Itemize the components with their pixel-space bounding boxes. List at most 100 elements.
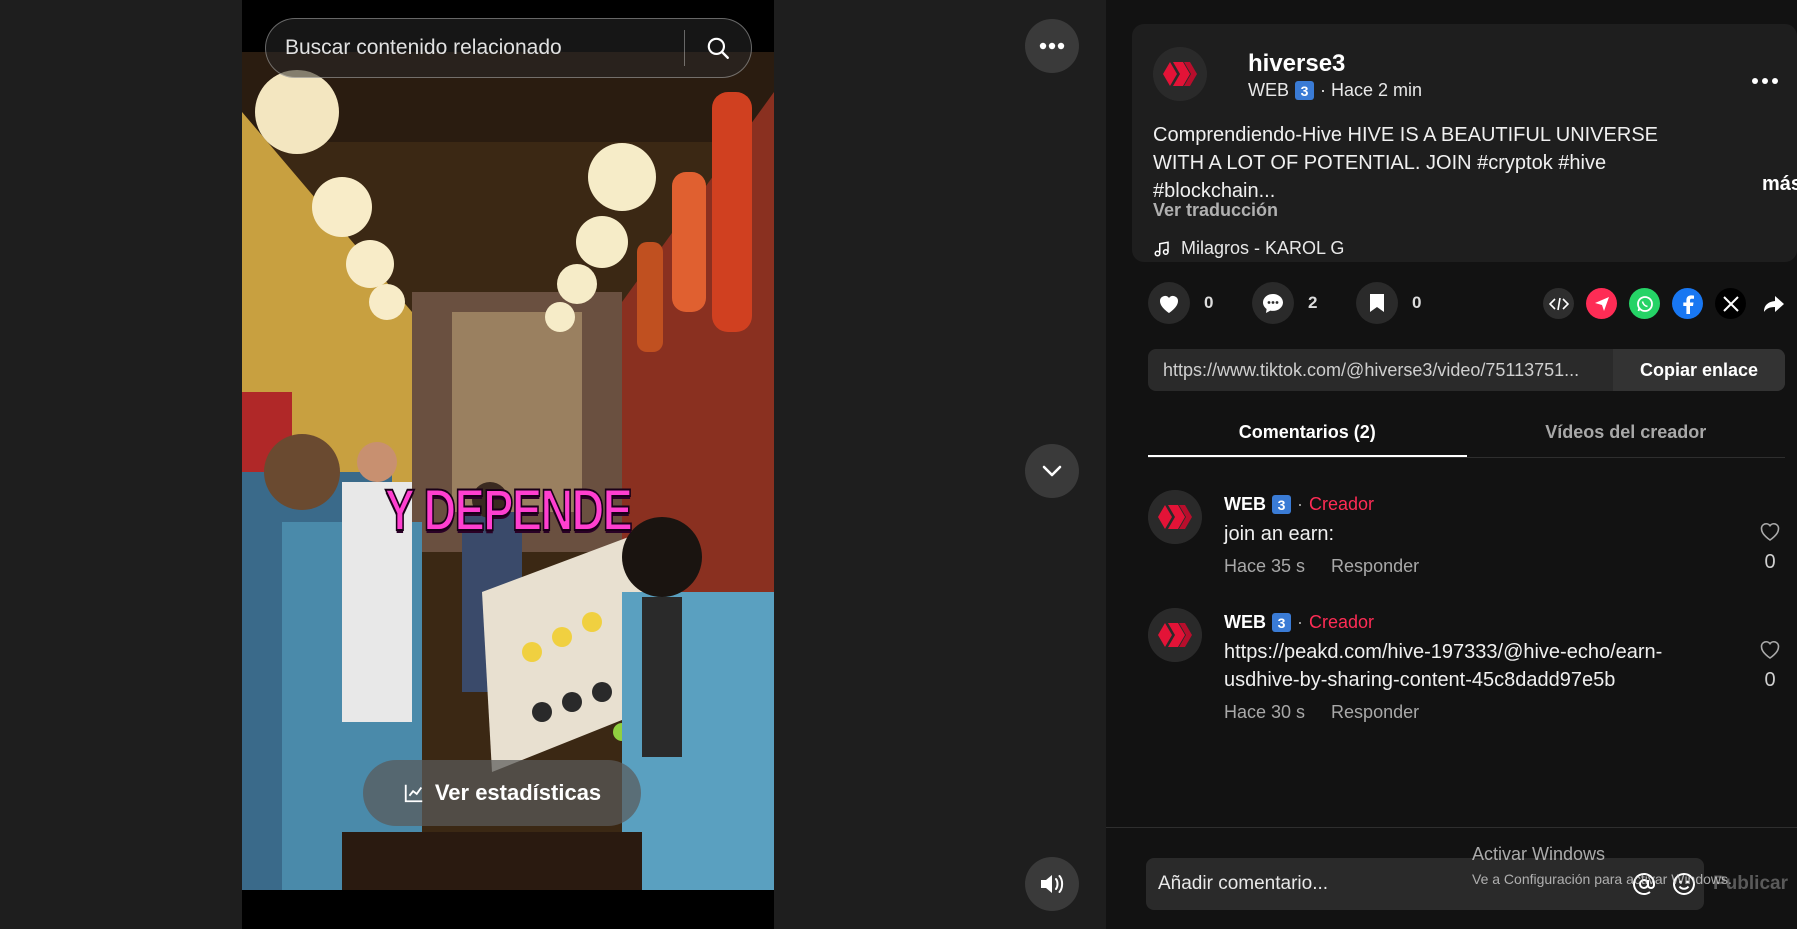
- comment-composer: [1146, 858, 1704, 910]
- comment-text[interactable]: https://peakd.com/hive-197333/@hive-echo…: [1224, 638, 1724, 694]
- hive-logo-icon: [1148, 608, 1202, 662]
- author-avatar[interactable]: [1153, 47, 1207, 101]
- video-player[interactable]: Y DEPENDE Ver estadísticas: [242, 0, 774, 929]
- comment-time: Hace 35 s: [1224, 556, 1306, 576]
- comment-item: WEB 3 · Creador join an earn: Hace 35 s …: [1148, 490, 1785, 590]
- send-to-friends-button[interactable]: [1586, 288, 1617, 319]
- post-info-card: hiverse3 WEB 3 · Hace 2 min Comprendiend…: [1132, 24, 1797, 262]
- video-link-row: https://www.tiktok.com/@hiverse3/video/7…: [1148, 349, 1785, 391]
- comment-like-count: 0: [1764, 551, 1776, 573]
- video-url[interactable]: https://www.tiktok.com/@hiverse3/video/7…: [1148, 349, 1613, 391]
- tiktok-page: Y DEPENDE Ver estadísticas Buscar conten…: [0, 0, 1797, 929]
- volume-button[interactable]: [1025, 857, 1079, 911]
- save-circle: [1356, 282, 1398, 324]
- comment-bubble-icon: [1263, 294, 1283, 313]
- creator-label: Creador: [1309, 494, 1375, 514]
- details-panel: hiverse3 WEB 3 · Hace 2 min Comprendiend…: [1106, 0, 1797, 929]
- embed-button[interactable]: [1543, 288, 1574, 319]
- music-note-icon: [1154, 240, 1169, 256]
- emoji-button[interactable]: [1664, 872, 1704, 896]
- related-search-input[interactable]: [266, 36, 684, 60]
- commenter-avatar[interactable]: [1148, 608, 1202, 662]
- more-share-button[interactable]: [1758, 288, 1789, 319]
- view-stats-button[interactable]: Ver estadísticas: [363, 760, 641, 826]
- author-meta: WEB 3 · Hace 2 min: [1248, 80, 1422, 101]
- search-button[interactable]: [685, 19, 751, 77]
- volume-icon: [1041, 875, 1064, 893]
- ellipsis-icon: [1039, 42, 1065, 50]
- comment-like-count: 0: [1764, 669, 1776, 691]
- keycap-three-badge: 3: [1272, 495, 1291, 514]
- heart-outline-icon: [1760, 523, 1780, 541]
- header-separator: ·: [1297, 494, 1303, 514]
- commenter-name[interactable]: WEB: [1224, 612, 1266, 633]
- publish-button[interactable]: Publicar: [1713, 873, 1788, 895]
- panel-tabs: Comentarios (2) Vídeos del creador: [1148, 412, 1785, 458]
- commenter-name[interactable]: WEB: [1224, 494, 1266, 515]
- comment-footer: Hace 30 s Responder: [1224, 702, 1419, 723]
- header-separator: ·: [1297, 612, 1303, 632]
- send-icon: [1594, 296, 1609, 311]
- emoji-smile-icon: [1673, 873, 1695, 895]
- commenter-avatar[interactable]: [1148, 490, 1202, 544]
- facebook-icon: [1682, 294, 1694, 314]
- chevron-down-icon: [1042, 465, 1062, 477]
- comment-composer-bar: Publicar: [1106, 827, 1797, 929]
- comment-input[interactable]: [1146, 873, 1624, 895]
- like-button[interactable]: 0: [1148, 282, 1234, 324]
- save-count: 0: [1412, 293, 1422, 312]
- tab-comments[interactable]: Comentarios (2): [1148, 412, 1467, 457]
- comment-item: WEB 3 · Creador https://peakd.com/hive-1…: [1148, 608, 1785, 728]
- engagement-actions: 0 2 0: [1148, 282, 1442, 324]
- post-more-button[interactable]: [1751, 72, 1779, 90]
- tab-creator-videos[interactable]: Vídeos del creador: [1467, 412, 1786, 457]
- copy-link-button[interactable]: Copiar enlace: [1613, 349, 1785, 391]
- bookmark-icon: [1370, 294, 1384, 312]
- save-button[interactable]: 0: [1356, 282, 1442, 324]
- heart-outline-icon: [1760, 641, 1780, 659]
- comment-button[interactable]: 2: [1252, 282, 1338, 324]
- comment-footer: Hace 35 s Responder: [1224, 556, 1419, 577]
- comment-header: WEB 3 · Creador: [1224, 494, 1374, 515]
- x-icon: [1722, 295, 1739, 312]
- video-more-button[interactable]: [1025, 19, 1079, 73]
- chart-line-icon: [404, 784, 423, 803]
- comment-like-button[interactable]: 0: [1755, 638, 1785, 692]
- author-nickname: WEB: [1248, 80, 1290, 100]
- facebook-share-button[interactable]: [1672, 288, 1703, 319]
- video-caption-overlay: Y DEPENDE: [384, 477, 634, 544]
- view-stats-label: Ver estadísticas: [434, 780, 602, 805]
- ellipsis-icon: [1752, 78, 1778, 84]
- keycap-three-badge: 3: [1295, 81, 1315, 100]
- comment-header: WEB 3 · Creador: [1224, 612, 1374, 633]
- see-translation-link[interactable]: Ver traducción: [1153, 200, 1278, 221]
- like-circle: [1148, 282, 1190, 324]
- keycap-three-badge: 3: [1272, 613, 1291, 632]
- whatsapp-share-button[interactable]: [1629, 288, 1660, 319]
- like-count: 0: [1204, 293, 1214, 312]
- reply-button[interactable]: Responder: [1331, 556, 1419, 577]
- search-icon: [707, 37, 729, 59]
- whatsapp-icon: [1636, 295, 1653, 312]
- share-buttons: [1543, 288, 1789, 319]
- embed-icon: [1548, 297, 1569, 310]
- x-share-button[interactable]: [1715, 288, 1746, 319]
- author-username[interactable]: hiverse3: [1248, 50, 1345, 78]
- at-sign-icon: [1633, 873, 1655, 895]
- heart-icon: [1160, 296, 1178, 313]
- comment-text: join an earn:: [1224, 523, 1335, 545]
- post-description: Comprendiendo-Hive HIVE IS A BEAUTIFUL U…: [1153, 124, 1658, 202]
- hive-logo-icon: [1153, 47, 1207, 101]
- expand-description-link[interactable]: más: [1762, 173, 1797, 196]
- next-video-button[interactable]: [1025, 444, 1079, 498]
- mention-button[interactable]: [1624, 872, 1664, 896]
- hive-logo-icon: [1148, 490, 1202, 544]
- post-time: · Hace 2 min: [1320, 80, 1423, 100]
- music-link[interactable]: Milagros - KAROL G: [1153, 238, 1344, 259]
- comment-like-button[interactable]: 0: [1755, 520, 1785, 574]
- video-area: Y DEPENDE Ver estadísticas: [0, 0, 1106, 929]
- comment-count: 2: [1308, 293, 1318, 312]
- related-search-bar: [265, 18, 752, 78]
- reply-button[interactable]: Responder: [1331, 702, 1419, 723]
- music-title: Milagros - KAROL G: [1181, 238, 1345, 258]
